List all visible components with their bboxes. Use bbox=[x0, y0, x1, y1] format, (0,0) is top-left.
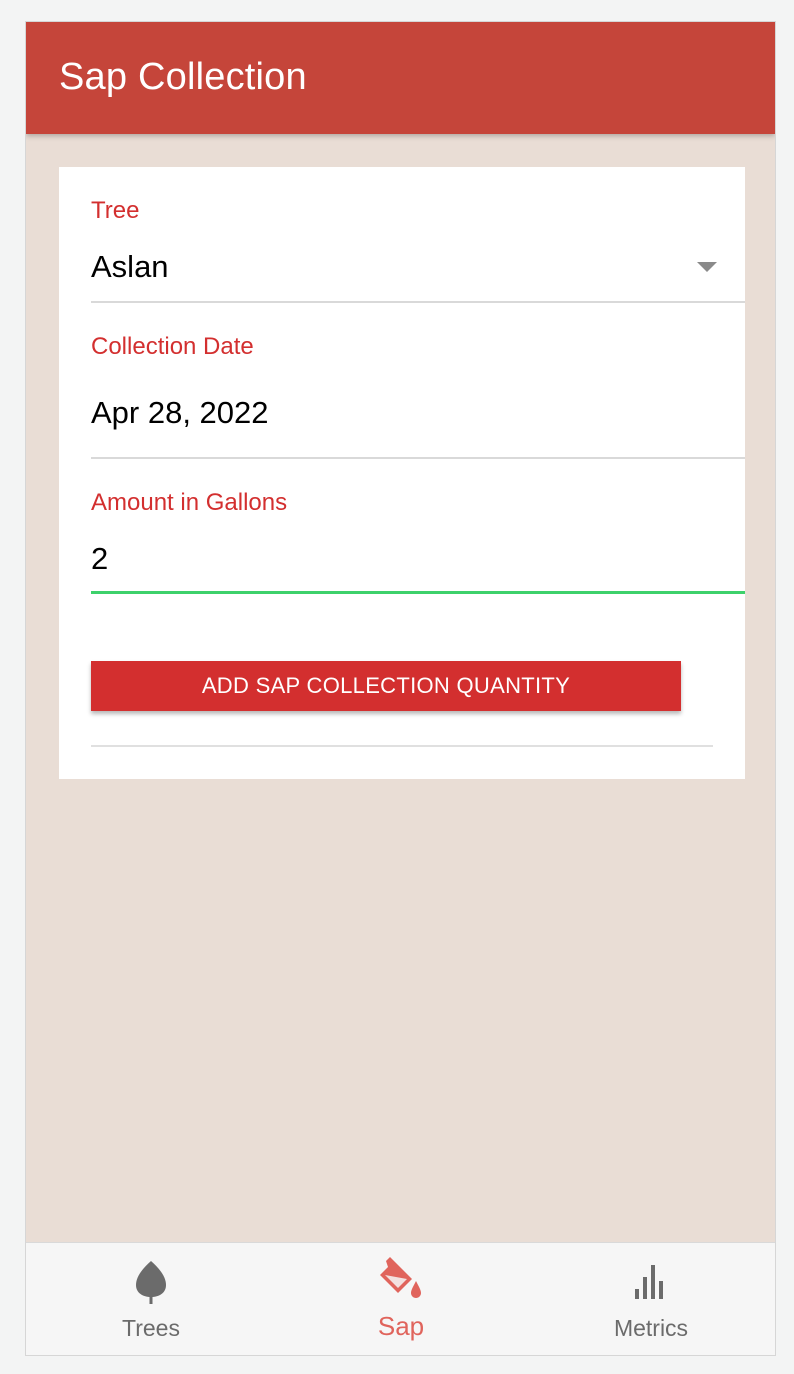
collection-date-value: Apr 28, 2022 bbox=[91, 395, 269, 430]
divider bbox=[91, 745, 713, 747]
sap-collection-form: Tree Aslan Collection Date Apr 28, 2022 … bbox=[59, 167, 745, 779]
app-screen: Sap Collection Tree Aslan Collection Dat… bbox=[25, 21, 776, 1356]
collection-date-field[interactable]: Collection Date Apr 28, 2022 bbox=[91, 303, 745, 459]
chevron-down-icon[interactable] bbox=[697, 262, 717, 272]
amount-field[interactable]: Amount in Gallons 2 bbox=[91, 459, 745, 599]
nav-item-sap[interactable]: Sap bbox=[276, 1243, 526, 1355]
nav-label-metrics: Metrics bbox=[613, 1315, 689, 1341]
tree-value: Aslan bbox=[91, 249, 169, 284]
amount-underline bbox=[91, 591, 745, 594]
bar-chart-icon bbox=[633, 1263, 669, 1306]
nav-label-trees: Trees bbox=[122, 1315, 180, 1341]
tree-label: Tree bbox=[91, 197, 140, 224]
amount-label: Amount in Gallons bbox=[91, 489, 288, 516]
bottom-navigation: Trees Sap Metrics bbox=[26, 1242, 775, 1355]
paint-bucket-icon bbox=[378, 1257, 424, 1304]
page-title: Sap Collection bbox=[59, 56, 307, 98]
leaf-icon bbox=[134, 1259, 168, 1310]
amount-input[interactable]: 2 bbox=[91, 541, 108, 577]
add-sap-collection-button[interactable]: ADD SAP COLLECTION QUANTITY bbox=[91, 661, 681, 711]
tree-select[interactable]: Tree Aslan bbox=[91, 167, 745, 303]
collection-date-label: Collection Date bbox=[91, 333, 254, 360]
nav-item-metrics[interactable]: Metrics bbox=[526, 1243, 775, 1355]
nav-label-sap: Sap bbox=[377, 1311, 425, 1341]
app-bar: Sap Collection bbox=[26, 22, 775, 134]
nav-item-trees[interactable]: Trees bbox=[26, 1243, 276, 1355]
